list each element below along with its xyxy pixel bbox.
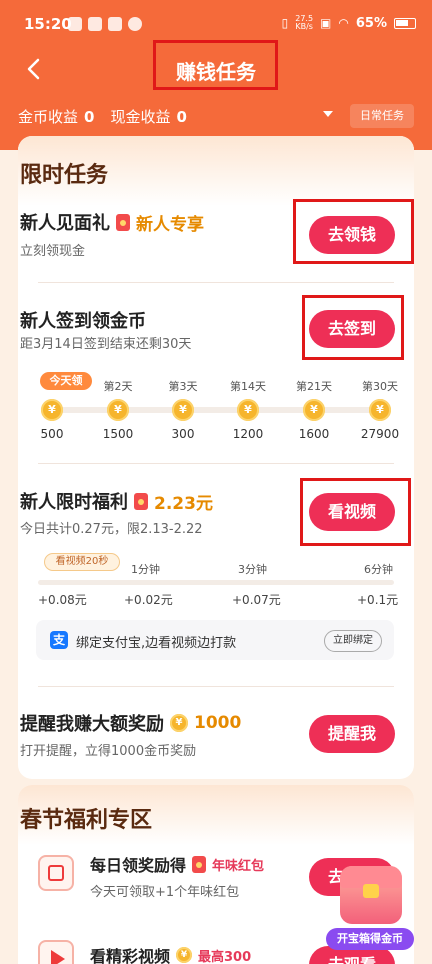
time-label: 3分钟 [238, 563, 267, 576]
treasure-chest-float[interactable] [330, 866, 414, 936]
newcomer-tag: 新人专享 [136, 214, 204, 235]
coin-icon: ¥ [303, 399, 325, 421]
task-welfare-title: 新人限时福利 2.23元 [20, 488, 213, 514]
daily-tasks-tab[interactable]: 日常任务 [350, 104, 414, 128]
alipay-icon: 支 [50, 631, 68, 649]
status-time: 15:20 [24, 15, 72, 33]
alipay-bind-row[interactable]: 支 绑定支付宝,边看视频边打款 立即绑定 [36, 620, 394, 660]
gold-label: 金币收益 [18, 108, 79, 126]
play-video-icon [38, 940, 74, 964]
divider [38, 463, 394, 464]
task-daily-reward-title: 每日领奖励得 年味红包 [90, 855, 265, 875]
video-seconds-badge: 看视频20秒 [44, 553, 120, 571]
signin-track [52, 407, 384, 413]
notification-icon [128, 17, 142, 31]
coin-icon: ¥ [41, 399, 63, 421]
highlight-box [302, 295, 404, 360]
task-welfare-sub: 今日共计0.27元，限2.13-2.22 [20, 522, 203, 537]
task-gift-sub: 立刻领现金 [20, 244, 86, 259]
reward-amount: 1600 [298, 427, 330, 441]
task-signin-sub: 距3月14日签到结束还剩30天 [20, 337, 192, 352]
cash-value: 0 [176, 107, 187, 126]
alipay-text: 绑定支付宝,边看视频边打款 [76, 636, 237, 651]
day-label: 第30天 [362, 380, 398, 393]
reward-amount: 300 [171, 427, 195, 441]
coin-icon: ¥ [170, 714, 188, 732]
task-signin-title: 新人签到领金币 [20, 311, 146, 332]
section-title-festival: 春节福利专区 [20, 808, 153, 833]
day-label: 第2天 [103, 380, 133, 393]
reward-amount: 1200 [232, 427, 264, 441]
day-label: 第14天 [230, 380, 266, 393]
video-progress-track [38, 580, 394, 585]
coin-icon: ¥ [107, 399, 129, 421]
bonus-amount: +0.07元 [232, 593, 281, 607]
task-gift-title: 新人见面礼 新人专享 [20, 209, 204, 235]
day-label: 第21天 [296, 380, 332, 393]
notification-icon [108, 17, 122, 31]
battery-icon [394, 17, 416, 29]
divider [38, 282, 394, 283]
time-label: 1分钟 [131, 563, 160, 576]
task-remind-title: 提醒我赚大额奖励 ¥ 1000 [20, 713, 242, 735]
highlight-box [300, 478, 411, 546]
sim-icon: ▣ [320, 16, 332, 30]
battery-percent: 65% [355, 15, 387, 31]
today-badge: 今天领 [40, 372, 92, 390]
bind-now-button[interactable]: 立即绑定 [324, 630, 382, 652]
coin-icon: ¥ [237, 399, 259, 421]
bonus-amount: +0.08元 [38, 593, 87, 607]
highlight-box [293, 199, 414, 264]
red-envelope-icon [116, 213, 130, 231]
divider [38, 686, 394, 687]
red-envelope-icon [192, 855, 207, 873]
wifi-icon: ◠ [338, 16, 349, 30]
time-label: 6分钟 [364, 563, 393, 576]
red-envelope-icon [134, 492, 148, 510]
task-remind-sub: 打开提醒，立得1000金币奖励 [20, 744, 197, 759]
dropdown-icon[interactable] [323, 111, 333, 117]
reward-amount: 27900 [360, 427, 400, 441]
task-daily-reward-sub: 今天可领取+1个年味红包 [90, 885, 240, 900]
remind-amount: 1000 [194, 713, 242, 733]
coin-icon: ¥ [172, 399, 194, 421]
gold-value: 0 [84, 107, 95, 126]
notification-icon [68, 17, 82, 31]
calendar-icon [38, 855, 74, 891]
reward-amount: 1500 [102, 427, 134, 441]
status-right: ▯ 27.5 KB/s ▣ ◠ 65% [282, 15, 416, 31]
notification-icon [88, 17, 102, 31]
reward-amount: 500 [40, 427, 64, 441]
bonus-amount: +0.02元 [124, 593, 173, 607]
highlight-box [153, 40, 278, 90]
nian-tag: 年味红包 [212, 858, 265, 874]
treasure-label[interactable]: 开宝箱得金币 [326, 928, 414, 950]
earnings-row: 金币收益 0 现金收益 0 [18, 106, 197, 127]
vibrate-icon: ▯ [281, 16, 289, 30]
task-video-title: 看精彩视频 ¥ 最高300 [90, 947, 252, 964]
welfare-amount: 2.23元 [154, 493, 213, 514]
day-label: 第3天 [168, 380, 198, 393]
net-speed: 27.5 KB/s [295, 14, 314, 31]
bonus-amount: +0.1元 [357, 593, 399, 607]
video-max-tag: 最高300 [198, 949, 252, 964]
remind-me-button[interactable]: 提醒我 [309, 715, 395, 753]
coin-icon: ¥ [369, 399, 391, 421]
section-title-limited: 限时任务 [20, 163, 109, 188]
coin-icon: ¥ [176, 947, 193, 963]
cash-label: 现金收益 [110, 108, 171, 126]
